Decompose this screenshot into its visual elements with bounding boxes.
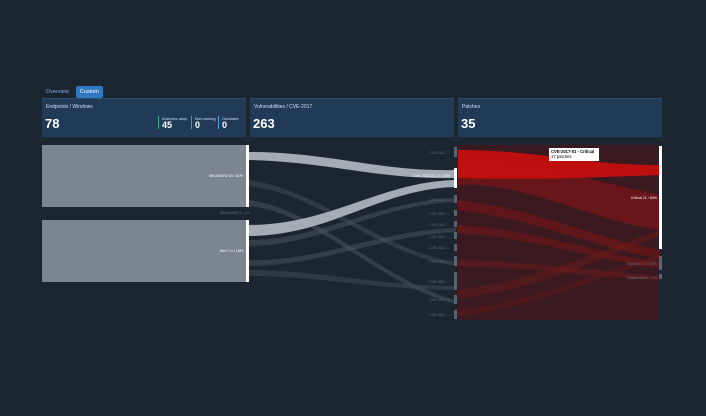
patch-node-critical[interactable] [659,146,662,249]
endpoint-node-win7-marker [246,220,249,282]
endpoint-nodes: Win2008R2 63 / 81% Win2008R2 1 / 1% Win7… [42,145,251,282]
patch-node-unspecified[interactable] [659,274,662,279]
vuln-node-0[interactable] [454,147,457,157]
endpoint-label-win7: Win7 14 / 18% [220,249,244,253]
vuln-node-cve-2017-01[interactable] [454,168,457,188]
vuln-label-5: CVE-2017-... [429,235,450,239]
endpoint-label-win2008r2: Win2008R2 63 / 81% [209,174,244,178]
vuln-label-6: CVE-2017-... [429,246,450,250]
sankey-diagram: Win2008R2 63 / 81% Win2008R2 1 / 1% Win7… [42,145,662,320]
vuln-label-9: CVE-2017-... [429,298,450,302]
patch-node-important[interactable] [659,256,662,270]
vuln-node-3[interactable] [454,210,457,216]
gray-flows [249,180,456,304]
vuln-node-2[interactable] [454,195,457,203]
vuln-node-6[interactable] [454,244,457,251]
vuln-label-cve-2017-01: CVE-2017-01 12 / 38% [413,174,451,178]
tooltip-subtitle: 17 patches [551,154,572,159]
vuln-label-0: CVE-2017-... [429,151,450,155]
vuln-node-4[interactable] [454,221,457,227]
vuln-node-7[interactable] [454,256,457,266]
vuln-label-7: CVE-2017-... [429,260,450,264]
endpoint-node-win7[interactable] [42,220,247,282]
patch-label-important: Important 13 / 38% [627,262,658,266]
patch-label-unspecified: Unspecified 1 / 3% [627,276,658,280]
vuln-label-4: CVE-2017-... [429,223,450,227]
vuln-label-8: CVE-2017-... [429,280,450,284]
vuln-node-10[interactable] [454,310,457,319]
flow-tooltip: CVE-2017-01 - Critical 17 patches [549,148,599,161]
endpoint-node-win2008r2-marker [246,145,249,207]
vuln-label-3: CVE-2017-... [429,212,450,216]
vuln-node-9[interactable] [454,295,457,304]
vuln-label-10: CVE-2017-... [429,313,450,317]
endpoint-label-win2008r2-small: Win2008R2 1 / 1% [220,211,251,215]
patch-label-critical: Critical 21 / 60% [631,196,658,200]
vuln-label-2: CVE-2017-... [429,198,450,202]
vuln-node-5[interactable] [454,232,457,239]
vuln-node-8[interactable] [454,272,457,290]
